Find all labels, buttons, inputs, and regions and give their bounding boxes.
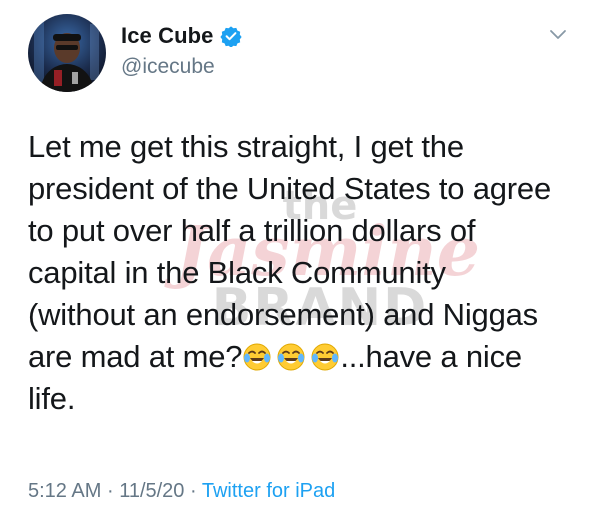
chevron-down-icon[interactable] [549,28,567,42]
tweet-line-2: president of the United States to agree [28,171,551,206]
tweet-date[interactable]: 11/5/20 [119,480,184,502]
tweet-line-7: life. [28,381,76,416]
tweet-line-5: (without an endorsement) and Niggas [28,297,538,332]
verified-badge-icon [219,25,242,48]
face-with-tears-of-joy-icon [310,341,340,371]
tweet-line-6-start: are mad at me? [28,339,243,374]
tweet-source-link[interactable]: Twitter for iPad [202,480,335,502]
emoji-group [242,341,340,371]
tweet-line-4: capital in the Black Community [28,255,446,290]
avatar[interactable] [28,14,106,92]
face-with-tears-of-joy-icon [276,341,306,371]
face-with-tears-of-joy-icon [242,341,272,371]
tweet-line-6-end: ...have a nice [340,339,522,374]
tweet-time[interactable]: 5:12 AM [28,480,101,502]
tweet-metadata: 5:12 AM · 11/5/20 · Twitter for iPad [28,480,335,503]
meta-separator: · [190,480,197,502]
tweet-line-1: Let me get this straight, I get the [28,129,464,164]
author-handle[interactable]: @icecube [121,55,215,79]
tweet-card: Ice Cube @icecube the Jasmine BRAND Let … [0,0,595,519]
tweet-line-3: to put over half a trillion dollars of [28,213,476,248]
author-name-row: Ice Cube [121,22,242,50]
avatar-image [28,14,106,92]
meta-separator: · [106,480,114,502]
author-display-name[interactable]: Ice Cube [121,23,214,49]
tweet-text: Let me get this straight, I get the pres… [28,126,573,420]
